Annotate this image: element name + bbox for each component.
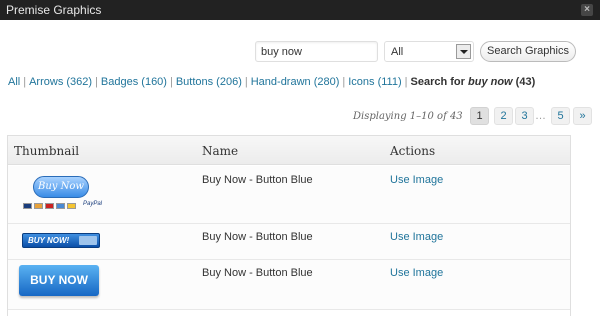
buy-now-thumbnail: Buy Now xyxy=(33,176,89,198)
results-count-text: Displaying 1–10 of 43 xyxy=(353,111,463,122)
card-icon xyxy=(79,236,97,245)
filter-separator: | xyxy=(95,76,98,88)
filter-separator: | xyxy=(404,76,408,88)
use-image-link[interactable]: Use Image xyxy=(390,231,443,243)
payment-cards-icon: PayPal xyxy=(23,201,103,212)
filter-separator: | xyxy=(23,76,27,88)
buy-now-thumbnail: BUY NOW! xyxy=(22,233,100,248)
window-title: Premise Graphics xyxy=(6,3,102,17)
filter-link-all[interactable]: All xyxy=(8,76,20,88)
current-search-prefix: Search for xyxy=(410,76,465,88)
filter-separator: | xyxy=(342,76,346,88)
page-link-1[interactable]: 1 xyxy=(470,107,489,125)
graphic-name: Buy Now - Button Blue xyxy=(202,174,313,186)
pagination-ellipsis: … xyxy=(535,110,546,122)
current-search-filter: Search for buy now (43) xyxy=(411,76,536,88)
column-header-actions: Actions xyxy=(390,144,436,158)
window-titlebar: Premise Graphics × xyxy=(0,0,600,20)
graphic-name: Buy Now - Button Blue xyxy=(202,267,313,279)
graphic-name: Buy Now - Button Blue xyxy=(202,231,313,243)
current-search-term: buy now xyxy=(468,76,513,88)
buy-now-thumbnail-text: BUY NOW! xyxy=(28,236,70,245)
chevron-down-icon[interactable] xyxy=(456,44,471,59)
page-link-5[interactable]: 5 xyxy=(551,107,570,125)
graphics-table: Thumbnail Name Actions Buy Now PayPal Bu… xyxy=(7,135,571,316)
category-select[interactable]: All xyxy=(384,41,474,62)
buy-now-thumbnail: BUY NOW xyxy=(19,265,99,296)
search-graphics-button[interactable]: Search Graphics xyxy=(480,41,576,62)
filter-link-hand-drawn[interactable]: Hand-drawn (280) xyxy=(251,76,340,88)
filter-link-icons[interactable]: Icons (111) xyxy=(348,76,401,88)
table-header: Thumbnail Name Actions xyxy=(8,136,570,165)
current-search-count: (43) xyxy=(515,76,536,88)
close-icon[interactable]: × xyxy=(581,4,593,16)
use-image-link[interactable]: Use Image xyxy=(390,174,443,186)
paypal-logo: PayPal xyxy=(83,201,103,207)
column-header-name: Name xyxy=(202,144,239,158)
category-select-value: All xyxy=(391,46,404,58)
table-row: BUY NOW Buy Now - Button Blue Use Image xyxy=(8,260,570,310)
filter-link-badges[interactable]: Badges (160) xyxy=(101,76,167,88)
table-row: Buy Now PayPal Buy Now - Button Blue Use… xyxy=(8,166,570,224)
page-link-2[interactable]: 2 xyxy=(494,107,513,125)
next-page-button[interactable]: » xyxy=(573,107,592,125)
filter-link-arrows[interactable]: Arrows (362) xyxy=(29,76,92,88)
filter-separator: | xyxy=(169,76,173,88)
use-image-link[interactable]: Use Image xyxy=(390,267,443,279)
search-input[interactable] xyxy=(255,41,378,62)
table-row: BUY NOW! Buy Now - Button Blue Use Image xyxy=(8,224,570,260)
filter-separator: | xyxy=(244,76,248,88)
category-filter-links: All | Arrows (362) | Badges (160) | Buttons (2… xyxy=(8,76,535,88)
column-header-thumbnail: Thumbnail xyxy=(14,144,80,158)
filter-link-buttons[interactable]: Buttons (206) xyxy=(176,76,242,88)
page-link-3[interactable]: 3 xyxy=(515,107,534,125)
